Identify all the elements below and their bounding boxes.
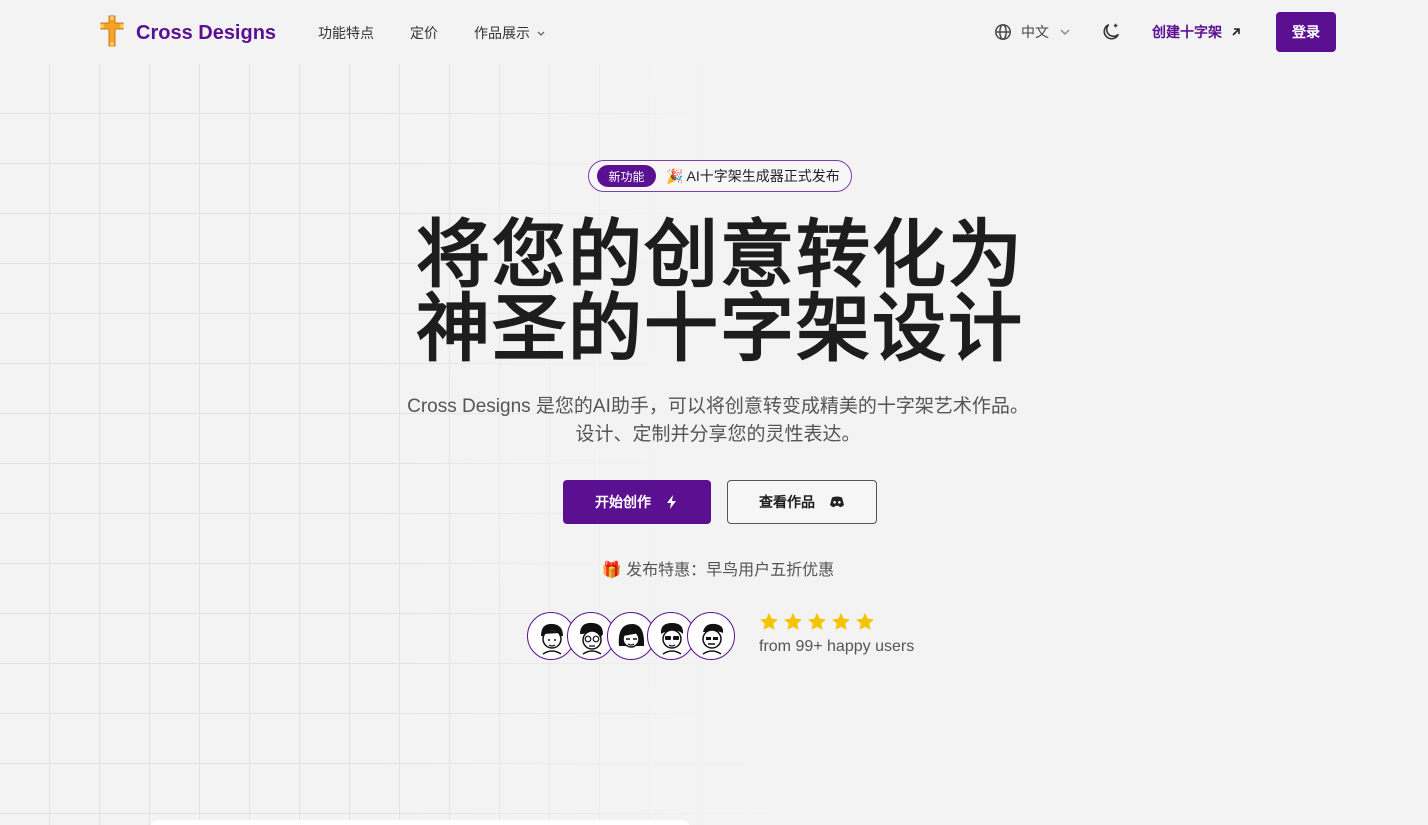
view-gallery-label: 查看作品	[759, 494, 815, 510]
hero-subtitle: Cross Designs 是您的AI助手，可以将创意转变成精美的十字架艺术作品…	[0, 393, 1428, 449]
rating-stars	[759, 612, 875, 632]
theme-toggle-moon-icon[interactable]	[1100, 21, 1122, 43]
nav-item-features[interactable]: 功能特点	[318, 23, 374, 43]
avatar	[687, 612, 735, 660]
header-actions: 中文 创建十字架 登录	[994, 12, 1336, 52]
language-selector[interactable]: 中文	[994, 22, 1072, 42]
nav-item-showcase[interactable]: 作品展示	[474, 23, 546, 43]
create-cross-link[interactable]: 创建十字架	[1152, 22, 1242, 42]
star-icon	[760, 613, 778, 630]
brand-name: Cross Designs	[136, 22, 277, 44]
cross-icon	[98, 15, 126, 52]
preview-card	[150, 820, 690, 825]
hero-title: 将您的创意转化为 神圣的十字架设计	[0, 218, 1428, 366]
promo-text: 🎁 发布特惠：早鸟用户五折优惠	[601, 562, 835, 579]
create-cross-label: 创建十字架	[1152, 24, 1222, 40]
happy-users-text: from 99+ happy users	[759, 638, 915, 655]
star-icon	[856, 613, 874, 630]
login-button[interactable]: 登录	[1276, 12, 1336, 52]
top-navbar: Cross Designs 功能特点 定价 作品展示 中文 创建十字架 登录	[0, 0, 1428, 64]
nav-item-showcase-label: 作品展示	[474, 25, 530, 41]
hero-title-line2: 神圣的十字架设计	[416, 286, 1024, 372]
discord-icon	[830, 496, 844, 508]
chevron-down-icon	[1060, 29, 1070, 35]
nav-item-pricing[interactable]: 定价	[410, 23, 438, 43]
start-creating-label: 开始创作	[595, 494, 651, 510]
announcement-badge[interactable]: 新功能 🎉 AI十字架生成器正式发布	[588, 160, 852, 192]
announcement-text: 🎉 AI十字架生成器正式发布	[666, 168, 840, 184]
view-gallery-button[interactable]: 查看作品	[727, 480, 877, 524]
hero-subtitle-line1: Cross Designs 是您的AI助手，可以将创意转变成精美的十字架艺术作品…	[407, 396, 1029, 417]
start-creating-button[interactable]: 开始创作	[563, 480, 711, 524]
arrow-up-right-icon	[1232, 28, 1240, 36]
language-label: 中文	[1021, 24, 1049, 40]
user-avatars	[527, 612, 735, 660]
main-nav: 功能特点 定价 作品展示	[318, 23, 546, 43]
chevron-down-icon	[537, 31, 545, 36]
globe-icon	[995, 24, 1011, 40]
brand-logo[interactable]: Cross Designs	[98, 15, 276, 52]
star-icon	[832, 613, 850, 630]
new-feature-pill: 新功能	[597, 165, 656, 187]
lightning-icon	[667, 495, 676, 509]
star-icon	[784, 613, 802, 630]
star-icon	[808, 613, 826, 630]
hero-subtitle-line2: 设计、定制并分享您的灵性表达。	[575, 424, 861, 445]
